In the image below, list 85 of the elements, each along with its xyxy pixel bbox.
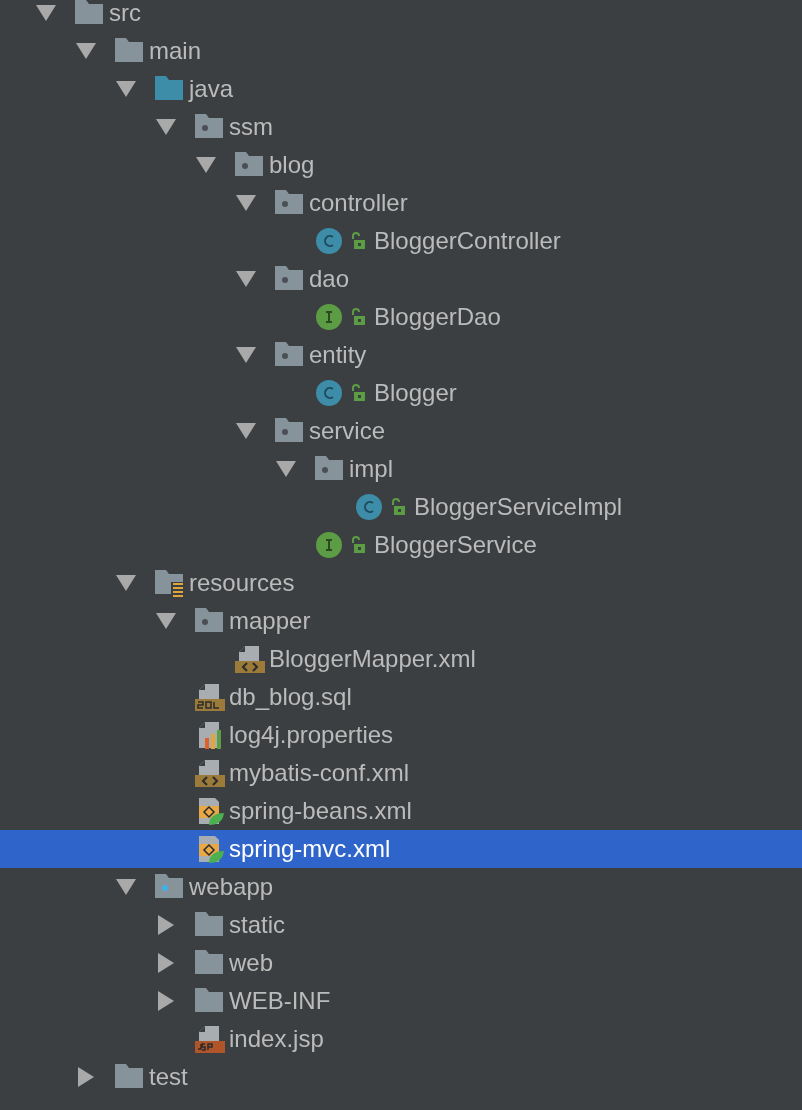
collapse-arrow-icon[interactable]	[236, 195, 256, 211]
tree-row[interactable]: impl	[0, 450, 802, 488]
selected-tree-row[interactable]: spring-mvc.xml	[0, 830, 802, 868]
tree-item-label: BloggerController	[374, 229, 561, 253]
tree-item-label: index.jsp	[229, 1027, 324, 1051]
tree-item-label: static	[229, 913, 285, 937]
class-icon	[315, 226, 345, 256]
tree-row[interactable]: main	[0, 32, 802, 70]
tree-row[interactable]: WEB-INF	[0, 982, 802, 1020]
tree-item-label: spring-mvc.xml	[229, 837, 391, 861]
tree-item-label: WEB-INF	[229, 989, 331, 1013]
tree-item-label: entity	[309, 343, 367, 367]
class-icon	[315, 378, 345, 408]
collapse-arrow-icon[interactable]	[156, 613, 176, 629]
tree-row[interactable]: controller	[0, 184, 802, 222]
tree-row[interactable]: service	[0, 412, 802, 450]
tree-row[interactable]: BloggerDao	[0, 298, 802, 336]
tree-item-label: blog	[269, 153, 315, 177]
tree-item-label: main	[149, 39, 202, 63]
collapse-arrow-icon[interactable]	[36, 5, 56, 21]
tree-item-label: service	[309, 419, 386, 443]
tree-row[interactable]: src	[0, 0, 802, 32]
tree-item-label: BloggerServiceImpl	[414, 495, 623, 519]
resources-folder-icon	[155, 568, 185, 598]
tree-row[interactable]: static	[0, 906, 802, 944]
collapse-arrow-icon[interactable]	[236, 271, 256, 287]
tree-item-label: test	[149, 1065, 188, 1089]
expand-arrow-icon[interactable]	[158, 953, 174, 973]
tree-item-label: log4j.properties	[229, 723, 394, 747]
tree-row[interactable]: mybatis-conf.xml	[0, 754, 802, 792]
tree-row[interactable]: dao	[0, 260, 802, 298]
tree-item-label: mapper	[229, 609, 311, 633]
expand-arrow-icon[interactable]	[158, 991, 174, 1011]
tree-item-label: webapp	[189, 875, 274, 899]
tree-row[interactable]: java	[0, 70, 802, 108]
collapse-arrow-icon[interactable]	[236, 347, 256, 363]
tree-item-label: spring-beans.xml	[229, 799, 412, 823]
tree-item-label: resources	[189, 571, 295, 595]
tree-row[interactable]: webapp	[0, 868, 802, 906]
tree-row[interactable]: log4j.properties	[0, 716, 802, 754]
class-icon	[355, 492, 385, 522]
tree-row[interactable]: BloggerService	[0, 526, 802, 564]
tree-item-label: BloggerMapper.xml	[269, 647, 476, 671]
collapse-arrow-icon[interactable]	[116, 81, 136, 97]
jsp-file-icon	[195, 1024, 225, 1054]
tree-row[interactable]: ssm	[0, 108, 802, 146]
tree-item-label: src	[109, 1, 141, 25]
collapse-arrow-icon[interactable]	[156, 119, 176, 135]
xml-file-icon	[195, 758, 225, 788]
collapse-arrow-icon[interactable]	[76, 43, 96, 59]
interface-icon	[315, 302, 345, 332]
tree-item-label: impl	[349, 457, 393, 481]
tree-item-label: java	[189, 77, 234, 101]
tree-row[interactable]: BloggerController	[0, 222, 802, 260]
xml-file-icon	[235, 644, 265, 674]
tree-item-label: BloggerDao	[374, 305, 501, 329]
expand-arrow-icon[interactable]	[158, 915, 174, 935]
tree-row[interactable]: mapper	[0, 602, 802, 640]
collapse-arrow-icon[interactable]	[236, 423, 256, 439]
tree-row[interactable]: BloggerMapper.xml	[0, 640, 802, 678]
tree-row[interactable]: Blogger	[0, 374, 802, 412]
tree-row[interactable]: entity	[0, 336, 802, 374]
tree-item-label: BloggerService	[374, 533, 537, 557]
tree-item-label: Blogger	[374, 381, 457, 405]
interface-icon	[315, 530, 345, 560]
tree-item-label: ssm	[229, 115, 273, 139]
tree-row[interactable]: index.jsp	[0, 1020, 802, 1058]
tree-row[interactable]: test	[0, 1058, 802, 1096]
tree-row[interactable]: BloggerServiceImpl	[0, 488, 802, 526]
tree-item-label: mybatis-conf.xml	[229, 761, 410, 785]
expand-arrow-icon[interactable]	[78, 1067, 94, 1087]
tree-row[interactable]: web	[0, 944, 802, 982]
tree-row[interactable]: db_blog.sql	[0, 678, 802, 716]
collapse-arrow-icon[interactable]	[116, 879, 136, 895]
tree-row[interactable]: spring-beans.xml	[0, 792, 802, 830]
tree-item-label: controller	[309, 191, 408, 215]
collapse-arrow-icon[interactable]	[196, 157, 216, 173]
collapse-arrow-icon[interactable]	[276, 461, 296, 477]
tree-item-label: db_blog.sql	[229, 685, 352, 709]
tree-row[interactable]: resources	[0, 564, 802, 602]
tree-item-label: web	[229, 951, 274, 975]
tree-row[interactable]: blog	[0, 146, 802, 184]
tree-item-label: dao	[309, 267, 350, 291]
collapse-arrow-icon[interactable]	[116, 575, 136, 591]
sql-file-icon	[195, 682, 225, 712]
